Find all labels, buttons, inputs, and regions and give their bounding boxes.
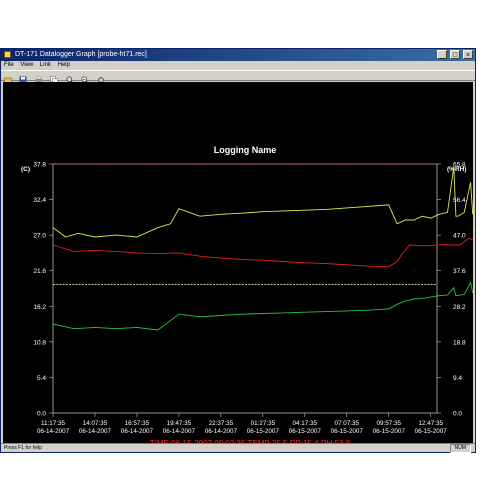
status-text: Press F1 for help xyxy=(4,445,43,451)
y-left-tick-label: 0.0 xyxy=(37,411,46,418)
menu-link[interactable]: Link xyxy=(40,62,51,68)
y-right-tick-label: 18.8 xyxy=(453,339,466,346)
app-icon xyxy=(4,51,11,58)
x-tick-time: 09:57:35 xyxy=(376,420,401,427)
x-tick-date: 06-15-2007 xyxy=(415,428,448,435)
toolbar xyxy=(1,70,475,84)
menu-help[interactable]: Help xyxy=(58,62,70,68)
plot-frame xyxy=(52,163,438,414)
num-lock-indicator: NUM xyxy=(449,444,471,453)
x-tick-time: 04:17:35 xyxy=(293,420,318,427)
y-left-tick-label: 21.6 xyxy=(33,268,46,275)
menu-file[interactable]: File xyxy=(4,62,14,68)
y-left-tick-label: 32.4 xyxy=(33,197,46,204)
y-right-tick-label: 0.0 xyxy=(453,411,462,418)
y-left-tick-label: 37.8 xyxy=(33,162,46,169)
x-tick-time: 16:57:35 xyxy=(125,420,150,427)
x-tick-date: 06-14-2007 xyxy=(79,428,112,435)
x-tick-time: 11:17:35 xyxy=(41,420,66,427)
x-tick-time: 19:47:35 xyxy=(167,420,192,427)
y-left-tick-label: 10.8 xyxy=(33,339,46,346)
x-tick-date: 06-15-2007 xyxy=(331,428,364,435)
chart-title: Logging Name xyxy=(214,145,277,155)
x-tick-date: 06-14-2007 xyxy=(205,428,238,435)
x-tick-date: 06-14-2007 xyxy=(37,428,70,435)
x-tick-date: 06-15-2007 xyxy=(247,428,280,435)
menu-view[interactable]: View xyxy=(20,62,33,68)
menu-bar: File View Link Help xyxy=(1,61,475,70)
minimize-button[interactable]: _ xyxy=(437,50,448,59)
x-tick-date: 06-15-2007 xyxy=(373,428,406,435)
x-tick-time: 14:07:35 xyxy=(83,420,108,427)
y-right-tick-label: 28.2 xyxy=(453,304,466,311)
chart-area[interactable]: Logging Name (C) (%RH) 37.8 32.4 27.0 21.6 16.2… xyxy=(3,82,473,444)
y-right-tick-label: 65.8 xyxy=(453,162,466,169)
maximize-button[interactable]: □ xyxy=(450,50,461,59)
y-left-tick-label: 16.2 xyxy=(33,304,46,311)
x-tick-time: 22:37:35 xyxy=(209,420,234,427)
x-tick-date: 06-15-2007 xyxy=(289,428,322,435)
app-window: DT-171 Datalogger Graph [probe-ht71.rec]… xyxy=(0,48,476,453)
x-tick-date: 06-14-2007 xyxy=(121,428,154,435)
title-bar[interactable]: DT-171 Datalogger Graph [probe-ht71.rec]… xyxy=(1,49,475,61)
x-tick-date: 06-14-2007 xyxy=(163,428,196,435)
y-left-tick-label: 27.0 xyxy=(33,233,46,240)
y-right-tick-label: 9.4 xyxy=(453,375,462,382)
y-left-unit: (C) xyxy=(21,166,30,173)
close-button[interactable]: × xyxy=(463,50,473,59)
chart-svg: Logging Name(C) (%RH)37.832.427.021.616.2… xyxy=(21,145,473,444)
x-tick-time: 07:07:35 xyxy=(335,420,360,427)
dew-point-line xyxy=(52,281,473,331)
x-tick-time: 01:27:35 xyxy=(251,420,276,427)
x-tick-time: 12:47:35 xyxy=(418,420,443,427)
status-bar: Press F1 for help NUM xyxy=(1,443,475,453)
y-right-tick-label: 47.0 xyxy=(453,233,466,240)
y-left-tick-label: 5.4 xyxy=(37,375,46,382)
temperature-line xyxy=(52,237,473,268)
relative-humidity-line xyxy=(52,166,473,238)
window-title: DT-171 Datalogger Graph [probe-ht71.rec] xyxy=(14,51,147,58)
y-right-tick-label: 37.6 xyxy=(453,268,466,275)
